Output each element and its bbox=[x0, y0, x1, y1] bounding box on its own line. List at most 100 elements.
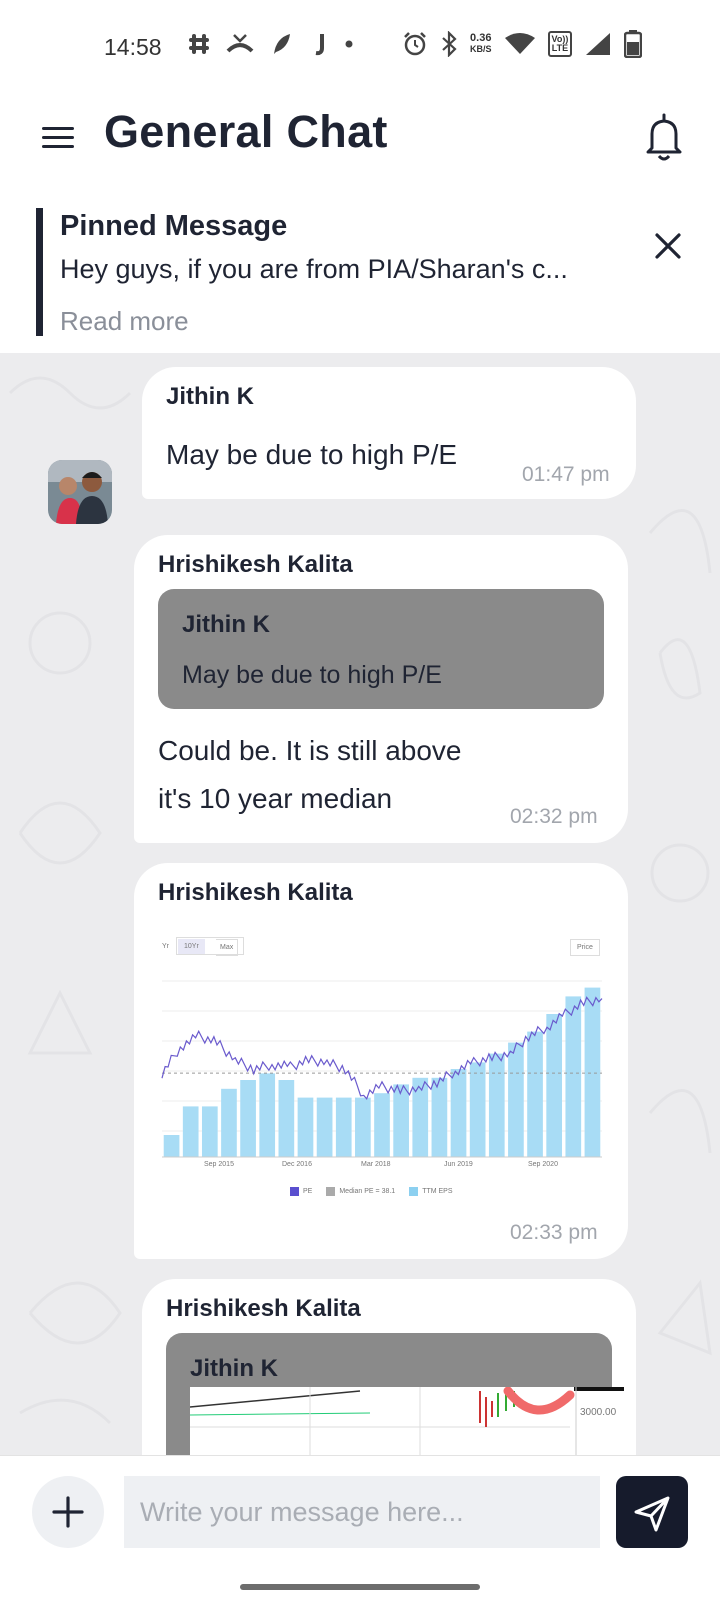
eps-bar bbox=[182, 1106, 199, 1157]
message-sender: Hrishikesh Kalita bbox=[158, 879, 353, 906]
message-time: 02:32 pm bbox=[510, 805, 598, 828]
bluetooth-icon bbox=[442, 31, 457, 57]
message-sender: Hrishikesh Kalita bbox=[166, 1295, 361, 1322]
volte-badge: Vo)) LTE bbox=[547, 31, 573, 57]
bell-icon bbox=[646, 113, 682, 161]
add-attachment-button[interactable] bbox=[32, 1476, 104, 1548]
message-text: May be due to high P/E bbox=[166, 439, 458, 470]
eps-bar bbox=[565, 996, 582, 1157]
eps-bar bbox=[546, 1014, 563, 1157]
hamburger-icon bbox=[42, 127, 74, 130]
pinned-title: Pinned Message bbox=[60, 210, 288, 242]
message-sender: Hrishikesh Kalita bbox=[158, 551, 353, 578]
price-axis-label: 3000.00 bbox=[580, 1407, 617, 1418]
missed-call-icon bbox=[226, 34, 254, 53]
pe-chart bbox=[161, 980, 603, 1158]
message-text-line: it's 10 year median bbox=[158, 783, 393, 814]
signal-icon bbox=[586, 33, 611, 55]
chat-messages[interactable]: Jithin K May be due to high P/E 01:47 pm… bbox=[0, 353, 720, 1455]
j-icon bbox=[315, 34, 324, 56]
eps-bar bbox=[374, 1093, 390, 1157]
eps-bar bbox=[297, 1097, 314, 1157]
status-bar: 14:58 0.36 KB/S Vo)) LTE bbox=[0, 0, 720, 96]
wifi-icon bbox=[504, 33, 535, 54]
network-speed: 0.36 KB/S bbox=[470, 32, 492, 55]
feather-icon bbox=[274, 34, 290, 54]
plus-icon bbox=[52, 1496, 84, 1528]
slack-icon bbox=[189, 34, 209, 54]
legend-swatch bbox=[290, 1187, 299, 1196]
eps-bar bbox=[201, 1106, 218, 1157]
legend-label: Median PE = 38.1 bbox=[339, 1188, 396, 1195]
close-icon bbox=[655, 233, 681, 259]
home-indicator[interactable] bbox=[240, 1584, 480, 1590]
status-time: 14:58 bbox=[104, 34, 162, 60]
eps-bar bbox=[355, 1097, 371, 1157]
quoted-image[interactable]: 3000.00 bbox=[190, 1387, 624, 1455]
message-time: 02:33 pm bbox=[510, 1221, 598, 1244]
message-bubble[interactable]: Hrishikesh Kalita Yr 10Yr Max Price Sep … bbox=[134, 863, 628, 1259]
eps-bar bbox=[221, 1088, 237, 1157]
eps-bar bbox=[508, 1042, 524, 1157]
system-icons: 0.36 KB/S Vo)) LTE bbox=[402, 30, 643, 58]
message-composer bbox=[0, 1455, 720, 1600]
quoted-message[interactable]: Jithin K 3000.00 bbox=[166, 1333, 624, 1455]
legend-swatch bbox=[326, 1187, 336, 1196]
x-tick-label: Jun 2019 bbox=[444, 1161, 473, 1168]
legend-label: TTM EPS bbox=[422, 1188, 453, 1195]
send-icon bbox=[634, 1496, 670, 1532]
x-tick-label: Dec 2016 bbox=[282, 1161, 312, 1168]
eps-bar bbox=[450, 1069, 467, 1157]
message-bubble[interactable]: Hrishikesh Kalita Jithin K May be due to… bbox=[134, 535, 628, 843]
message-bubble[interactable]: Hrishikesh Kalita Jithin K 3000.00 bbox=[142, 1279, 636, 1455]
pinned-text: Hey guys, if you are from PIA/Sharan's c… bbox=[60, 254, 568, 284]
menu-button[interactable] bbox=[42, 122, 78, 152]
app-header: General Chat bbox=[0, 96, 720, 188]
legend-swatch bbox=[409, 1187, 419, 1196]
avatar[interactable] bbox=[48, 460, 112, 524]
alarm-icon bbox=[404, 32, 426, 56]
hamburger-line bbox=[42, 145, 74, 148]
quoted-text: May be due to high P/E bbox=[182, 661, 442, 689]
eps-bar bbox=[316, 1097, 333, 1157]
send-button[interactable] bbox=[616, 1476, 688, 1548]
quoted-message[interactable]: Jithin K May be due to high P/E bbox=[158, 589, 604, 709]
hamburger-line bbox=[42, 136, 74, 139]
legend-item[interactable]: TTM EPS bbox=[409, 1187, 453, 1196]
pinned-message[interactable]: Pinned Message Hey guys, if you are from… bbox=[0, 188, 720, 353]
eps-bar bbox=[393, 1084, 409, 1157]
dot-icon bbox=[345, 40, 353, 48]
message-sender: Jithin K bbox=[166, 383, 254, 410]
quoted-chart-thumbnail bbox=[190, 1387, 624, 1455]
x-tick-label: Sep 2020 bbox=[528, 1161, 558, 1168]
user-photo-icon bbox=[48, 460, 112, 524]
eps-bar bbox=[240, 1080, 256, 1157]
message-bubble[interactable]: Jithin K May be due to high P/E 01:47 pm bbox=[142, 367, 636, 499]
legend-label: PE bbox=[303, 1188, 313, 1195]
chart-image[interactable]: Yr 10Yr Max Price Sep 2015 Dec 2016 Mar … bbox=[158, 921, 610, 1217]
chart-legend: PE Median PE = 38.1 TTM EPS bbox=[290, 1187, 453, 1196]
message-text-line: Could be. It is still above bbox=[158, 735, 462, 766]
eps-bar bbox=[259, 1073, 276, 1157]
message-input[interactable] bbox=[124, 1476, 600, 1548]
eps-bar bbox=[488, 1053, 505, 1157]
eps-bar bbox=[584, 987, 601, 1157]
eps-bar bbox=[431, 1077, 448, 1157]
close-pinned-button[interactable] bbox=[648, 226, 688, 266]
eps-bar bbox=[335, 1097, 352, 1157]
x-tick-label: Sep 2015 bbox=[204, 1161, 234, 1168]
notification-icons bbox=[188, 32, 354, 56]
eps-bar bbox=[163, 1135, 180, 1157]
legend-item[interactable]: Median PE = 38.1 bbox=[326, 1187, 395, 1196]
eps-bar bbox=[469, 1062, 486, 1157]
legend-item[interactable]: PE bbox=[290, 1187, 312, 1196]
pinned-accent-bar bbox=[36, 208, 43, 336]
read-more-link[interactable]: Read more bbox=[60, 306, 189, 337]
notifications-button[interactable] bbox=[642, 112, 686, 162]
eps-bar bbox=[527, 1031, 543, 1157]
quoted-sender: Jithin K bbox=[190, 1355, 278, 1382]
message-time: 01:47 pm bbox=[522, 463, 610, 486]
x-tick-label: Mar 2018 bbox=[361, 1161, 391, 1168]
eps-bar bbox=[278, 1080, 295, 1157]
battery-icon bbox=[624, 30, 643, 58]
